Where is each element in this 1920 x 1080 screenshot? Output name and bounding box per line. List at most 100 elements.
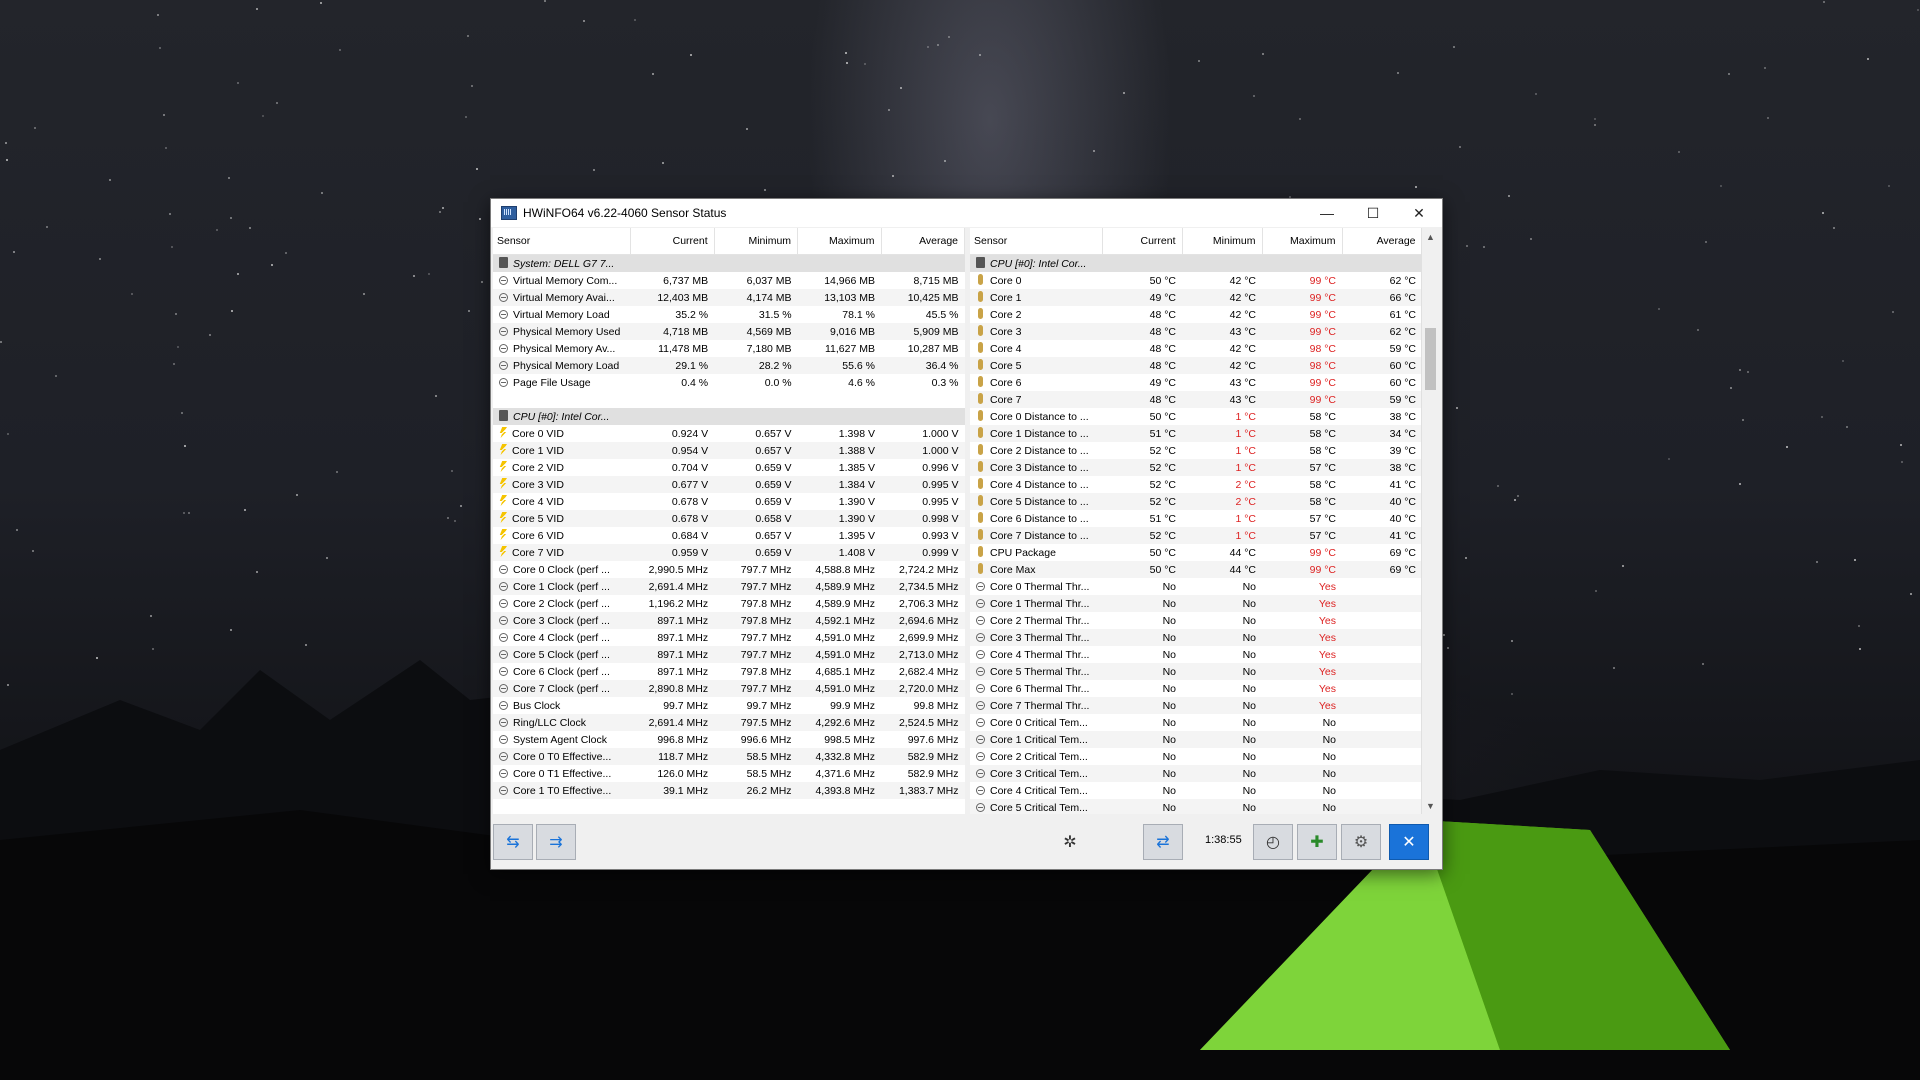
sensor-row[interactable]: Core 5 Thermal Thr... No No Yes <box>970 663 1422 680</box>
sensor-row[interactable]: Core 6 Clock (perf ... 897.1 MHz 797.8 MHz… <box>493 663 965 680</box>
column-header[interactable]: Sensor <box>970 228 1103 255</box>
sensor-row[interactable]: Core 2 Critical Tem... No No No <box>970 748 1422 765</box>
sensor-row[interactable]: Core Max 50 °C 44 °C 99 °C 69 °C <box>970 561 1422 578</box>
exit-button[interactable]: ✕ <box>1389 824 1429 860</box>
sensor-row[interactable]: Physical Memory Av... 11,478 MB 7,180 MB 11… <box>493 340 965 357</box>
right-sensor-pane[interactable]: Sensor Current Minimum Maximum Average CPU [… <box>970 228 1439 814</box>
sensor-row[interactable]: Core 4 VID 0.678 V 0.659 V 1.390 V 0.995 V <box>493 493 965 510</box>
sensor-row[interactable]: Core 1 49 °C 42 °C 99 °C 66 °C <box>970 289 1422 306</box>
clock-button[interactable]: ◴ <box>1253 824 1293 860</box>
sensor-row[interactable]: Core 7 Clock (perf ... 2,890.8 MHz 797.7 M… <box>493 680 965 697</box>
sensor-row[interactable]: Core 5 Distance to ... 52 °C 2 °C 58 °C 40 °… <box>970 493 1422 510</box>
sensor-row[interactable]: System Agent Clock 996.8 MHz 996.6 MHz 998.… <box>493 731 965 748</box>
expand-columns-button[interactable]: ⇉ <box>536 824 576 860</box>
sensor-row[interactable]: Core 4 Thermal Thr... No No Yes <box>970 646 1422 663</box>
sensor-row[interactable]: Core 1 VID 0.954 V 0.657 V 1.388 V 1.000 V <box>493 442 965 459</box>
column-header[interactable]: Sensor <box>493 228 632 255</box>
sensor-row[interactable]: Core 0 Distance to ... 50 °C 1 °C 58 °C 38 °… <box>970 408 1422 425</box>
sensor-row[interactable]: Core 2 VID 0.704 V 0.659 V 1.385 V 0.996 V <box>493 459 965 476</box>
sensor-row[interactable]: Virtual Memory Avai... 12,403 MB 4,174 MB 1… <box>493 289 965 306</box>
sensor-row[interactable]: Core 2 48 °C 42 °C 99 °C 61 °C <box>970 306 1422 323</box>
right-scrollbar[interactable]: ▲ ▼ <box>1421 228 1439 814</box>
sensor-row[interactable]: Virtual Memory Load 35.2 % 31.5 % 78.1 % 45.… <box>493 306 965 323</box>
sensor-row[interactable]: Core 7 VID 0.959 V 0.659 V 1.408 V 0.999 V <box>493 544 965 561</box>
column-header[interactable]: Minimum <box>1182 228 1263 255</box>
sensor-row[interactable]: Core 3 48 °C 43 °C 99 °C 62 °C <box>970 323 1422 340</box>
sensor-row[interactable]: Core 5 VID 0.678 V 0.658 V 1.390 V 0.998 V <box>493 510 965 527</box>
sensor-row[interactable]: Core 4 Distance to ... 52 °C 2 °C 58 °C 41 °… <box>970 476 1422 493</box>
sensor-row[interactable]: Core 5 Clock (perf ... 897.1 MHz 797.7 MHz… <box>493 646 965 663</box>
value-cur: 52 °C <box>1149 478 1176 491</box>
settings-button[interactable]: ⚙ <box>1341 824 1381 860</box>
left-sensor-pane[interactable]: Sensor Current Minimum Maximum Average Syste… <box>493 228 965 814</box>
sensor-row[interactable]: Core 7 Distance to ... 52 °C 1 °C 57 °C 41 °… <box>970 527 1422 544</box>
sensor-group-row[interactable]: CPU [#0]: Intel Cor... <box>970 254 1422 272</box>
sensor-row[interactable]: Core 1 Clock (perf ... 2,691.4 MHz 797.7 M… <box>493 578 965 595</box>
sensor-row[interactable]: Core 1 Distance to ... 51 °C 1 °C 58 °C 34 °… <box>970 425 1422 442</box>
sensor-row[interactable]: Physical Memory Load 29.1 % 28.2 % 55.6 % 36… <box>493 357 965 374</box>
fan-button[interactable]: ✲ <box>1055 824 1085 860</box>
column-header[interactable]: Average <box>1342 228 1423 255</box>
sensor-row[interactable]: Core 7 48 °C 43 °C 99 °C 59 °C <box>970 391 1422 408</box>
sensor-row[interactable]: Core 0 T0 Effective... 118.7 MHz 58.5 MHz 4… <box>493 748 965 765</box>
sensor-group-row[interactable]: CPU [#0]: Intel Cor... <box>493 408 965 425</box>
sensor-row[interactable]: Core 0 T1 Effective... 126.0 MHz 58.5 MHz 4… <box>493 765 965 782</box>
value-min: 0.659 V <box>755 495 792 508</box>
column-header[interactable]: Maximum <box>1262 228 1343 255</box>
sensor-row[interactable]: Core 4 Critical Tem... No No No <box>970 782 1422 799</box>
scroll-up-arrow[interactable]: ▲ <box>1422 228 1439 245</box>
add-log-button[interactable]: ✚ <box>1297 824 1337 860</box>
sensor-row[interactable]: CPU Package 50 °C 44 °C 99 °C 69 °C <box>970 544 1422 561</box>
close-button[interactable]: ✕ <box>1396 199 1442 227</box>
sensor-row[interactable]: Core 0 Thermal Thr... No No Yes <box>970 578 1422 595</box>
maximize-button[interactable]: ☐ <box>1350 199 1396 227</box>
column-header[interactable]: Minimum <box>714 228 799 255</box>
column-header[interactable]: Current <box>1102 228 1183 255</box>
sensor-row[interactable]: Core 3 VID 0.677 V 0.659 V 1.384 V 0.995 V <box>493 476 965 493</box>
sensor-row[interactable]: Core 7 Thermal Thr... No No Yes <box>970 697 1422 714</box>
sensor-row[interactable]: Core 1 T0 Effective... 39.1 MHz 26.2 MHz 4,… <box>493 782 965 799</box>
sensor-row[interactable]: Core 0 VID 0.924 V 0.657 V 1.398 V 1.000 V <box>493 425 965 442</box>
sensor-row[interactable]: Core 2 Clock (perf ... 1,196.2 MHz 797.8 M… <box>493 595 965 612</box>
sensor-row[interactable]: Core 3 Distance to ... 52 °C 1 °C 57 °C 38 °… <box>970 459 1422 476</box>
sensor-row[interactable]: Core 6 Thermal Thr... No No Yes <box>970 680 1422 697</box>
sensor-row[interactable]: Core 3 Thermal Thr... No No Yes <box>970 629 1422 646</box>
column-header[interactable]: Maximum <box>797 228 882 255</box>
circle-icon <box>499 275 508 285</box>
sensor-row[interactable]: Core 6 Distance to ... 51 °C 1 °C 57 °C 40 °… <box>970 510 1422 527</box>
value-avg: 39 °C <box>1389 444 1416 457</box>
column-header[interactable]: Current <box>630 228 715 255</box>
sensor-row[interactable]: Core 2 Thermal Thr... No No Yes <box>970 612 1422 629</box>
sensor-row[interactable]: Core 6 VID 0.684 V 0.657 V 1.395 V 0.993 V <box>493 527 965 544</box>
sensor-status-window[interactable]: HWiNFO64 v6.22-4060 Sensor Status — ☐ ✕ … <box>490 198 1443 870</box>
sensor-row[interactable]: Virtual Memory Com... 6,737 MB 6,037 MB 14,… <box>493 272 965 289</box>
value-cur: 0.678 V <box>671 495 709 508</box>
column-header[interactable]: Average <box>881 228 965 255</box>
sensor-row[interactable]: Core 2 Distance to ... 52 °C 1 °C 58 °C 39 °… <box>970 442 1422 459</box>
sensor-row[interactable]: Core 6 49 °C 43 °C 99 °C 60 °C <box>970 374 1422 391</box>
sensor-row[interactable]: Core 1 Thermal Thr... No No Yes <box>970 595 1422 612</box>
collapse-columns-button[interactable]: ⇆ <box>493 824 533 860</box>
thermometer-icon <box>978 563 983 574</box>
minimize-button[interactable]: — <box>1304 199 1350 227</box>
sensor-row[interactable]: Core 4 Clock (perf ... 897.1 MHz 797.7 MHz… <box>493 629 965 646</box>
star <box>1823 1 1825 3</box>
scroll-thumb[interactable] <box>1425 328 1436 390</box>
sensor-group-row[interactable]: System: DELL G7 7... <box>493 254 965 272</box>
scroll-down-arrow[interactable]: ▼ <box>1422 797 1439 814</box>
sensor-row[interactable]: Ring/LLC Clock 2,691.4 MHz 797.5 MHz 4,292.… <box>493 714 965 731</box>
title-bar[interactable]: HWiNFO64 v6.22-4060 Sensor Status — ☐ ✕ <box>491 199 1442 227</box>
network-button[interactable]: ⇄ <box>1143 824 1183 860</box>
sensor-row[interactable]: Core 0 Clock (perf ... 2,990.5 MHz 797.7 M… <box>493 561 965 578</box>
sensor-row[interactable]: Core 3 Critical Tem... No No No <box>970 765 1422 782</box>
sensor-row[interactable]: Core 5 Critical Tem... No No No <box>970 799 1422 814</box>
sensor-row[interactable]: Physical Memory Used 4,718 MB 4,569 MB 9,01… <box>493 323 965 340</box>
sensor-row[interactable]: Core 3 Clock (perf ... 897.1 MHz 797.8 MHz… <box>493 612 965 629</box>
sensor-row[interactable]: Page File Usage 0.4 % 0.0 % 4.6 % 0.3 % <box>493 374 965 391</box>
sensor-row[interactable]: Core 1 Critical Tem... No No No <box>970 731 1422 748</box>
sensor-row[interactable]: Bus Clock 99.7 MHz 99.7 MHz 99.9 MHz 99.8 MH… <box>493 697 965 714</box>
sensor-row[interactable]: Core 5 48 °C 42 °C 98 °C 60 °C <box>970 357 1422 374</box>
sensor-row[interactable]: Core 0 Critical Tem... No No No <box>970 714 1422 731</box>
sensor-row[interactable]: Core 4 48 °C 42 °C 98 °C 59 °C <box>970 340 1422 357</box>
sensor-row[interactable]: Core 0 50 °C 42 °C 99 °C 62 °C <box>970 272 1422 289</box>
